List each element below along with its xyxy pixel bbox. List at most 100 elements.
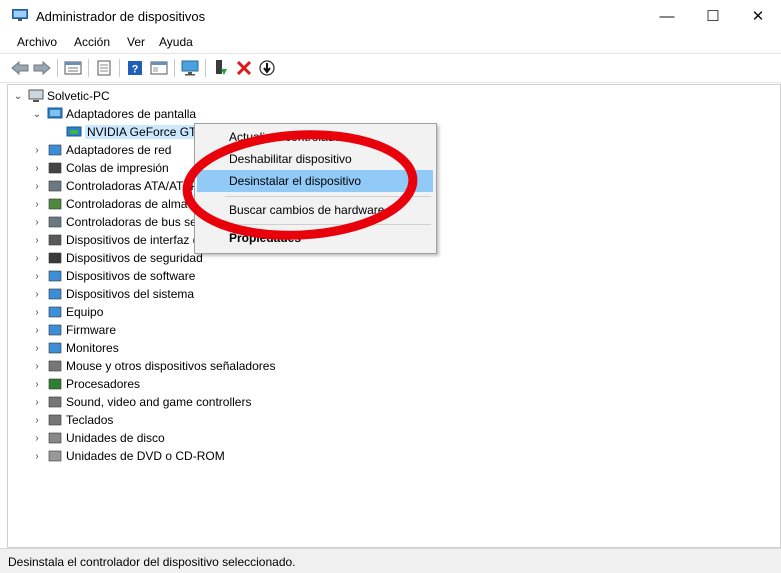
toolbar-separator [88,59,89,77]
menu-item-properties[interactable]: Propiedades [197,227,433,249]
processor-icon [48,378,62,390]
menu-item-label: Buscar cambios de hardware [229,203,385,217]
context-menu: Actualizar controlador Deshabilitar disp… [194,123,437,254]
menu-bar: Archivo Acción Ver Ayuda [0,32,781,53]
menu-item-label: Propiedades [229,231,302,245]
chevron-right-icon[interactable]: › [30,415,44,426]
chevron-right-icon[interactable]: › [30,379,44,390]
tree-category[interactable]: › Monitores [30,339,118,357]
chevron-right-icon[interactable]: › [30,271,44,282]
usb-controller-icon [48,216,62,228]
chevron-down-icon[interactable]: ⌄ [30,109,44,120]
menu-separator [225,196,431,197]
uninstall-icon[interactable] [234,58,254,78]
computer-icon [28,89,44,102]
toolbar-separator [57,59,58,77]
back-icon[interactable] [10,58,30,78]
tree-category[interactable]: › Procesadores [30,375,140,393]
chevron-right-icon[interactable]: › [30,343,44,354]
chevron-right-icon[interactable]: › [30,307,44,318]
tree-category-display-adapters[interactable]: ⌄ Adaptadores de pantalla [30,105,196,123]
forward-icon[interactable] [32,58,52,78]
sound-icon [48,396,62,408]
gpu-icon [66,126,82,137]
chevron-right-icon[interactable]: › [30,217,44,228]
printer-queue-icon [48,162,62,174]
tree-category[interactable]: › Colas de impresión [30,159,168,177]
tree-category[interactable]: › Unidades de disco [30,429,164,447]
category-label: Firmware [66,323,116,337]
menu-item-disable-device[interactable]: Deshabilitar dispositivo [197,148,433,170]
chevron-right-icon[interactable]: › [30,253,44,264]
chevron-right-icon[interactable]: › [30,235,44,246]
update-driver-icon[interactable] [257,58,277,78]
menu-separator [225,224,431,225]
category-label: Adaptadores de pantalla [66,107,197,121]
category-label: Controladoras ATA/ATAPI [66,179,202,193]
menu-accion[interactable]: Acción [74,35,110,49]
close-button[interactable]: ✕ [735,0,781,32]
menu-ver[interactable]: Ver [127,35,145,49]
tree-category[interactable]: › Dispositivos del sistema [30,285,194,303]
menu-item-uninstall-device[interactable]: Desinstalar el dispositivo [197,170,433,192]
tree-category[interactable]: › Sound, video and game controllers [30,393,251,411]
menu-item-scan-hardware[interactable]: Buscar cambios de hardware [197,199,433,221]
chevron-right-icon[interactable]: › [30,325,44,336]
category-label: Unidades de DVD o CD-ROM [66,449,225,463]
tree-category[interactable]: › Unidades de DVD o CD-ROM [30,447,225,465]
monitor-icon[interactable] [180,58,200,78]
device-manager-icon [12,9,28,21]
chevron-right-icon[interactable]: › [30,433,44,444]
menu-ayuda[interactable]: Ayuda [159,35,193,49]
computer-name: Solvetic-PC [47,89,110,103]
minimize-button[interactable]: — [644,0,690,32]
keyboard-icon [48,414,62,426]
software-device-icon [48,270,62,282]
tree-category[interactable]: › Dispositivos de seguridad [30,249,203,267]
panel-icon[interactable] [149,58,169,78]
chevron-right-icon[interactable]: › [30,397,44,408]
computer-icon [48,306,62,318]
menu-item-label: Desinstalar el dispositivo [229,174,362,188]
monitor-icon [48,342,62,354]
chevron-right-icon[interactable]: › [30,451,44,462]
chevron-right-icon[interactable]: › [30,361,44,372]
properties-view-icon[interactable] [63,58,83,78]
chevron-right-icon[interactable]: › [30,199,44,210]
category-label: Teclados [66,413,114,427]
tree-category[interactable]: › Adaptadores de red [30,141,171,159]
enable-device-icon[interactable] [211,58,231,78]
category-label: Equipo [66,305,104,319]
display-adapter-icon [47,107,63,119]
category-label: Sound, video and game controllers [66,395,252,409]
ata-controller-icon [48,180,62,192]
tree-category[interactable]: › Dispositivos de software [30,267,195,285]
status-text: Desinstala el controlador del dispositiv… [8,555,296,569]
category-label: Dispositivos de seguridad [66,251,203,265]
toolbar-separator [119,59,120,77]
help-icon[interactable]: ? [125,58,145,78]
window-title: Administrador de dispositivos [36,9,206,24]
menu-item-update-driver[interactable]: Actualizar controlador [197,126,433,148]
tree-category[interactable]: › Equipo [30,303,103,321]
chevron-right-icon[interactable]: › [30,163,44,174]
tree-device-nvidia[interactable]: NVIDIA GeForce GTX [49,123,207,141]
maximize-button[interactable]: ☐ [690,0,736,32]
hid-device-icon [48,234,62,246]
chevron-right-icon[interactable]: › [30,181,44,192]
menu-item-label: Actualizar controlador [229,130,346,144]
document-icon[interactable] [94,58,114,78]
chevron-down-icon[interactable]: ⌄ [11,91,25,102]
menu-archivo[interactable]: Archivo [17,35,57,49]
chevron-right-icon[interactable]: › [30,145,44,156]
category-label: Dispositivos del sistema [66,287,195,301]
tree-category[interactable]: › Teclados [30,411,113,429]
tree-category[interactable]: › Firmware [30,321,116,339]
tree-category[interactable]: › Mouse y otros dispositivos señaladores [30,357,275,375]
disk-drive-icon [48,432,62,444]
menu-item-label: Deshabilitar dispositivo [229,152,352,166]
toolbar-separator [174,59,175,77]
tree-root[interactable]: ⌄ Solvetic-PC [11,87,110,105]
tree-category[interactable]: › Controladoras ATA/ATAPI [30,177,202,195]
chevron-right-icon[interactable]: › [30,289,44,300]
